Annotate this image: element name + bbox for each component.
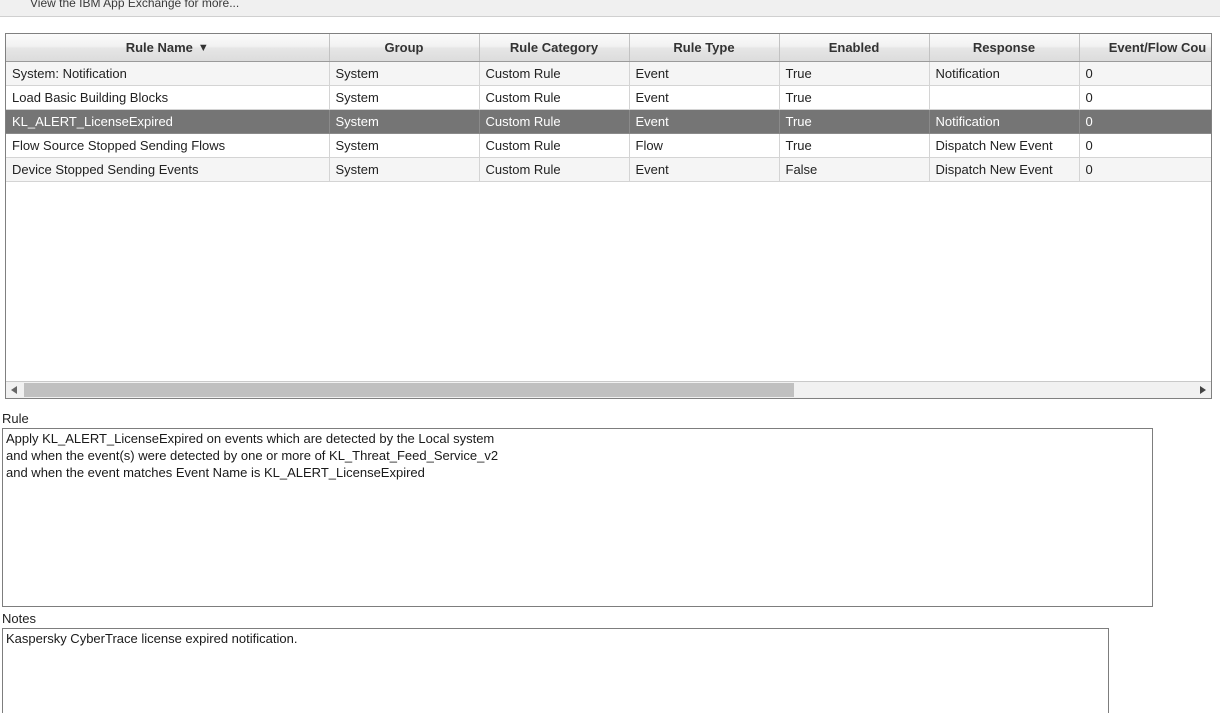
rules-table: Rule Name ▼ Group Rule Category Rule Type…	[6, 34, 1212, 182]
column-header-event-flow-count[interactable]: Event/Flow Cou	[1079, 34, 1212, 61]
cell-rule_name: System: Notification	[6, 61, 329, 85]
cell-rule_name: Load Basic Building Blocks	[6, 85, 329, 109]
cell-event_flow_count: 0	[1079, 85, 1212, 109]
grid-horizontal-scrollbar[interactable]	[6, 381, 1211, 398]
column-header-rule-type[interactable]: Rule Type	[629, 34, 779, 61]
app-exchange-banner: View the IBM App Exchange for more...	[0, 0, 1220, 17]
cell-group: System	[329, 157, 479, 181]
cell-group: System	[329, 133, 479, 157]
cell-event_flow_count: 0	[1079, 109, 1212, 133]
cell-enabled: True	[779, 61, 929, 85]
cell-rule_category: Custom Rule	[479, 133, 629, 157]
cell-response	[929, 85, 1079, 109]
table-row[interactable]: Flow Source Stopped Sending FlowsSystemC…	[6, 133, 1212, 157]
cell-rule_type: Event	[629, 157, 779, 181]
rule-pane-label: Rule	[2, 412, 29, 426]
app-exchange-promo-text[interactable]: View the IBM App Exchange for more...	[30, 0, 239, 10]
column-header-rule-name[interactable]: Rule Name ▼	[6, 34, 329, 61]
table-row[interactable]: Device Stopped Sending EventsSystemCusto…	[6, 157, 1212, 181]
cell-enabled: True	[779, 85, 929, 109]
rules-grid[interactable]: Rule Name ▼ Group Rule Category Rule Type…	[5, 33, 1212, 399]
column-header-rule-name-label: Rule Name	[126, 40, 193, 55]
cell-response: Notification	[929, 61, 1079, 85]
cell-event_flow_count: 0	[1079, 133, 1212, 157]
cell-rule_category: Custom Rule	[479, 157, 629, 181]
cell-rule_type: Flow	[629, 133, 779, 157]
rule-description-box[interactable]: Apply KL_ALERT_LicenseExpired on events …	[2, 428, 1153, 607]
cell-response: Dispatch New Event	[929, 157, 1079, 181]
cell-response: Notification	[929, 109, 1079, 133]
chevron-right-icon	[1200, 386, 1206, 394]
notes-text: Kaspersky CyberTrace license expired not…	[3, 629, 1108, 647]
table-row[interactable]: System: NotificationSystemCustom RuleEve…	[6, 61, 1212, 85]
cell-enabled: False	[779, 157, 929, 181]
sort-descending-icon[interactable]: ▼	[198, 43, 209, 54]
rules-table-body: System: NotificationSystemCustom RuleEve…	[6, 61, 1212, 181]
cell-rule_type: Event	[629, 61, 779, 85]
table-row[interactable]: Load Basic Building BlocksSystemCustom R…	[6, 85, 1212, 109]
rules-table-head: Rule Name ▼ Group Rule Category Rule Type…	[6, 34, 1212, 61]
cell-group: System	[329, 85, 479, 109]
scrollbar-thumb[interactable]	[24, 383, 794, 397]
cell-rule_category: Custom Rule	[479, 61, 629, 85]
rules-page: View the IBM App Exchange for more... Ru…	[0, 0, 1220, 713]
cell-response: Dispatch New Event	[929, 133, 1079, 157]
scroll-right-button[interactable]	[1194, 382, 1211, 398]
cell-enabled: True	[779, 109, 929, 133]
scroll-left-button[interactable]	[6, 382, 23, 398]
toolbar-spacer	[0, 17, 1220, 33]
cell-rule_category: Custom Rule	[479, 85, 629, 109]
table-header-row: Rule Name ▼ Group Rule Category Rule Type…	[6, 34, 1212, 61]
column-header-enabled[interactable]: Enabled	[779, 34, 929, 61]
cell-rule_type: Event	[629, 109, 779, 133]
cell-rule_category: Custom Rule	[479, 109, 629, 133]
cell-rule_type: Event	[629, 85, 779, 109]
chevron-left-icon	[11, 386, 17, 394]
cell-rule_name: Device Stopped Sending Events	[6, 157, 329, 181]
notes-box[interactable]: Kaspersky CyberTrace license expired not…	[2, 628, 1109, 713]
cell-rule_name: KL_ALERT_LicenseExpired	[6, 109, 329, 133]
column-header-rule-category[interactable]: Rule Category	[479, 34, 629, 61]
cell-enabled: True	[779, 133, 929, 157]
column-header-response[interactable]: Response	[929, 34, 1079, 61]
table-row[interactable]: KL_ALERT_LicenseExpiredSystemCustom Rule…	[6, 109, 1212, 133]
cell-event_flow_count: 0	[1079, 61, 1212, 85]
cell-group: System	[329, 61, 479, 85]
rule-description-text: Apply KL_ALERT_LicenseExpired on events …	[3, 429, 1152, 481]
cell-rule_name: Flow Source Stopped Sending Flows	[6, 133, 329, 157]
notes-pane-label: Notes	[2, 612, 36, 626]
cell-group: System	[329, 109, 479, 133]
column-header-group[interactable]: Group	[329, 34, 479, 61]
cell-event_flow_count: 0	[1079, 157, 1212, 181]
